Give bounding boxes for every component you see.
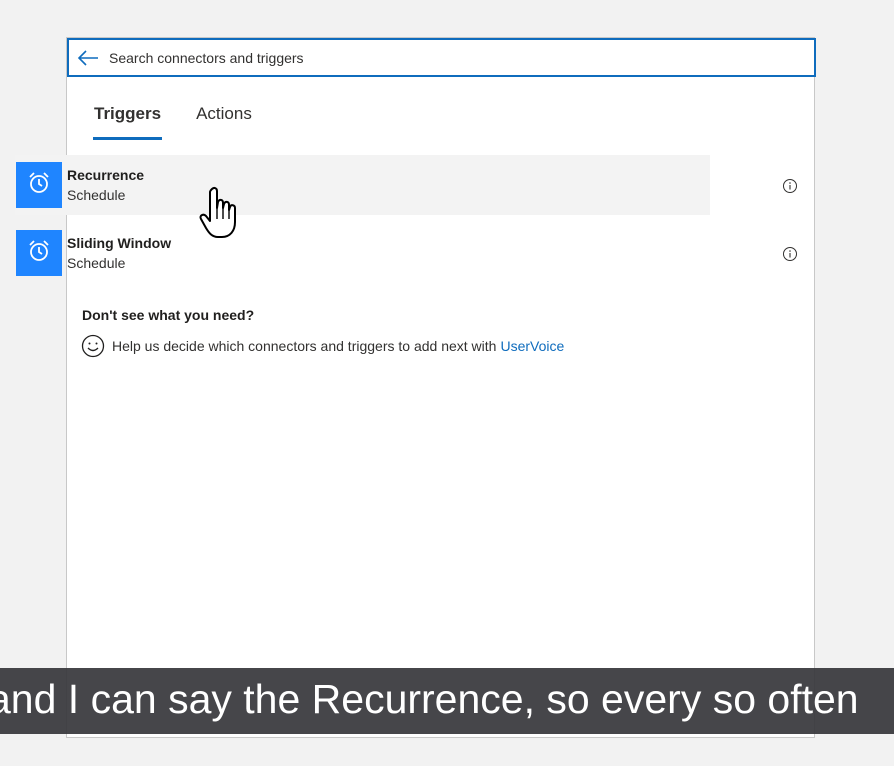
help-line: Help us decide which connectors and trig…	[81, 334, 564, 358]
schedule-connector-tile	[16, 230, 62, 276]
video-caption: and I can say the Recurrence, so every s…	[0, 668, 894, 734]
result-name: Sliding Window	[67, 235, 172, 251]
info-icon[interactable]	[782, 178, 798, 194]
alarm-clock-icon	[26, 238, 52, 269]
alarm-clock-icon	[26, 170, 52, 201]
tab-actions[interactable]: Actions	[196, 104, 252, 140]
help-heading: Don't see what you need?	[82, 307, 255, 323]
caption-text: and I can say the Recurrence, so every s…	[0, 676, 859, 722]
smiley-icon	[81, 334, 105, 358]
tab-triggers[interactable]: Triggers	[93, 104, 163, 140]
result-item-recurrence[interactable]: Recurrence Schedule	[15, 155, 710, 215]
hand-pointer-cursor-icon	[198, 186, 244, 240]
search-input[interactable]	[107, 48, 771, 67]
search-box	[67, 38, 816, 77]
help-text: Help us decide which connectors and trig…	[112, 338, 497, 354]
result-item-sliding-window[interactable]: Sliding Window Schedule	[15, 223, 710, 283]
result-name: Recurrence	[67, 167, 145, 183]
result-connector: Schedule	[67, 187, 126, 203]
info-icon[interactable]	[782, 246, 798, 262]
result-connector: Schedule	[67, 255, 126, 271]
tab-bar: Triggers Actions	[93, 104, 286, 140]
back-arrow-icon[interactable]	[77, 48, 103, 68]
uservoice-link[interactable]: UserVoice	[500, 338, 564, 354]
trigger-picker-panel: Triggers Actions	[66, 37, 816, 738]
schedule-connector-tile	[16, 162, 62, 208]
